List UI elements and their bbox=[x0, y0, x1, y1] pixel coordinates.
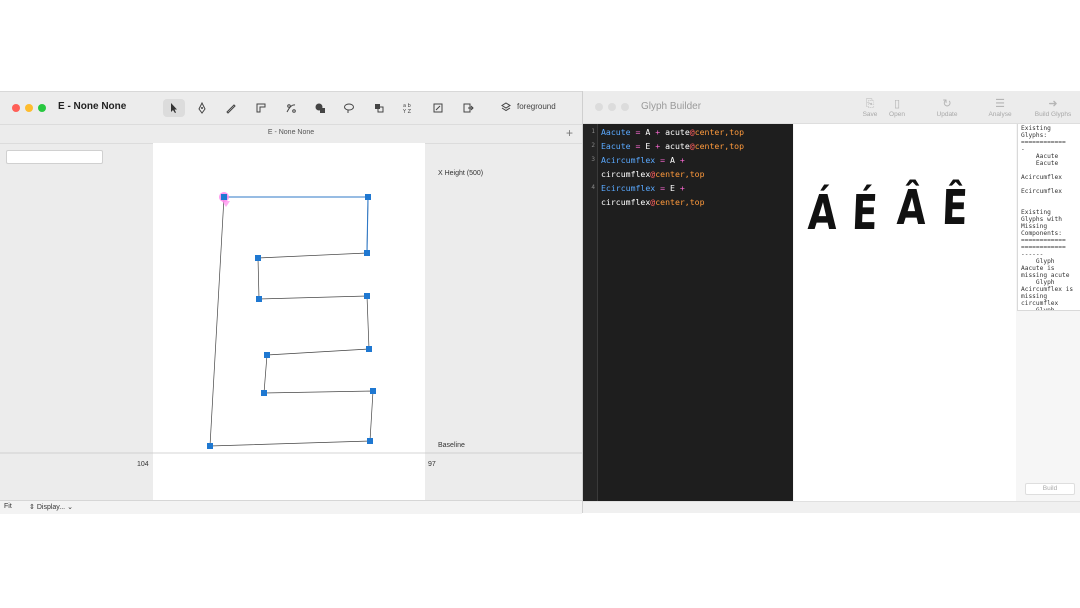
code-line-2: Eacute = E + acute@center,top bbox=[601, 141, 744, 151]
refresh-icon: ↻ bbox=[942, 98, 952, 110]
open-button[interactable]: ▯ Open bbox=[879, 97, 915, 118]
chevron-down-icon: ⌄ bbox=[67, 504, 73, 511]
node-point[interactable] bbox=[221, 194, 227, 200]
operator: = bbox=[630, 127, 646, 137]
preview-glyph-ecircumflex: Ê bbox=[940, 180, 969, 236]
anchor-name: center,top bbox=[655, 197, 705, 207]
anchor-name: center,top bbox=[655, 169, 705, 179]
glyph-name: Acircumflex bbox=[601, 155, 656, 165]
node-point[interactable] bbox=[364, 250, 370, 256]
line-number: 1 bbox=[591, 128, 595, 135]
builder-window-title: Glyph Builder bbox=[641, 101, 702, 112]
selected-segment[interactable] bbox=[224, 196, 369, 254]
builder-titlebar: Glyph Builder ⎘ Save ▯ Open ↻ Update ☰ A… bbox=[583, 91, 1080, 124]
node-point[interactable] bbox=[367, 438, 373, 444]
accent-glyph: circumflex bbox=[601, 197, 651, 207]
display-options-dropdown[interactable]: ⇕ Display... ⌄ bbox=[29, 503, 73, 511]
glyph-builder-window: Glyph Builder ⎘ Save ▯ Open ↻ Update ☰ A… bbox=[582, 91, 1080, 513]
code-line-3: Acircumflex = A + bbox=[601, 155, 685, 165]
preview-glyph-acircumflex: Â bbox=[895, 180, 928, 236]
node-point[interactable] bbox=[256, 296, 262, 302]
analysis-report-panel: Existing Glyphs: ============ - Aacute E… bbox=[1017, 124, 1080, 311]
operator: + bbox=[674, 155, 685, 165]
display-label: Display... bbox=[36, 504, 66, 511]
glyph-editor-window: E - None None a bY Z foreground E - None… bbox=[0, 91, 582, 514]
operator: + bbox=[650, 141, 666, 151]
node-point[interactable] bbox=[261, 390, 267, 396]
node-point[interactable] bbox=[366, 346, 372, 352]
minimize-window-button[interactable] bbox=[608, 103, 616, 111]
builder-bottom-bar bbox=[583, 501, 1080, 513]
code-line-3-wrap: circumflex@center,top bbox=[601, 169, 705, 179]
glyph-preview-panel: Á É Â Ê bbox=[794, 124, 1016, 501]
left-sidebearing-value[interactable]: 104 bbox=[137, 461, 149, 468]
line-number-gutter: 1 2 3 4 bbox=[583, 124, 598, 501]
glyph-e-contour[interactable] bbox=[209, 196, 374, 447]
node-point[interactable] bbox=[365, 194, 371, 200]
analyse-icon: ☰ bbox=[995, 98, 1005, 110]
updown-icon: ⇕ bbox=[29, 504, 35, 511]
accent-glyph: acute bbox=[665, 127, 690, 137]
arrow-right-icon: ➜ bbox=[1048, 98, 1058, 110]
glyph-outline-layer bbox=[0, 192, 582, 454]
glyph-recipe-editor[interactable]: 1 2 3 4 Aacute = A + acute@center,top Ea… bbox=[583, 124, 793, 501]
anchor-name: center,top bbox=[694, 141, 744, 151]
zoom-fit-button[interactable]: Fit bbox=[4, 503, 12, 510]
operator: = bbox=[630, 141, 646, 151]
anchor-name: center,top bbox=[694, 127, 744, 137]
preview-glyph-eacute: É bbox=[850, 185, 879, 241]
report-text: Existing Glyphs: ============ - Aacute E… bbox=[1021, 125, 1074, 311]
open-icon: ▯ bbox=[893, 98, 901, 110]
build-glyphs-label: Build Glyphs bbox=[1034, 111, 1072, 118]
node-point[interactable] bbox=[370, 388, 376, 394]
glyph-name: Ecircumflex bbox=[601, 183, 656, 193]
save-label: Save bbox=[862, 111, 878, 118]
accent-glyph: acute bbox=[665, 141, 690, 151]
right-sidebearing-value[interactable]: 97 bbox=[428, 461, 436, 468]
analyse-button[interactable]: ☰ Analyse bbox=[982, 97, 1018, 118]
glyph-name: Aacute bbox=[601, 127, 631, 137]
node-point[interactable] bbox=[255, 255, 261, 261]
accent-glyph: circumflex bbox=[601, 169, 651, 179]
on-curve-points bbox=[207, 194, 376, 449]
line-number: 4 bbox=[591, 184, 595, 191]
close-window-button[interactable] bbox=[595, 103, 603, 111]
node-point[interactable] bbox=[264, 352, 270, 358]
preview-glyph-aacute: Á bbox=[806, 185, 839, 241]
analyse-label: Analyse bbox=[988, 111, 1012, 118]
code-line-1: Aacute = A + acute@center,top bbox=[601, 127, 744, 137]
baseline-label: Baseline bbox=[438, 442, 465, 449]
open-label: Open bbox=[889, 111, 905, 118]
line-number: 2 bbox=[591, 142, 595, 149]
editor-status-bar: Fit ⇕ Display... ⌄ bbox=[0, 500, 582, 514]
operator: = bbox=[655, 183, 671, 193]
operator: + bbox=[650, 127, 666, 137]
operator: = bbox=[655, 155, 671, 165]
node-point[interactable] bbox=[207, 443, 213, 449]
update-button[interactable]: ↻ Update bbox=[929, 97, 965, 118]
code-line-4: Ecircumflex = E + bbox=[601, 183, 685, 193]
build-glyphs-button[interactable]: ➜ Build Glyphs bbox=[1031, 97, 1075, 118]
operator: + bbox=[674, 183, 685, 193]
glyph-name: Eacute bbox=[601, 141, 631, 151]
line-number: 3 bbox=[591, 156, 595, 163]
code-line-4-wrap: circumflex@center,top bbox=[601, 197, 705, 207]
x-height-label: X Height (500) bbox=[438, 170, 484, 177]
node-point[interactable] bbox=[364, 293, 370, 299]
build-button[interactable]: Build bbox=[1025, 483, 1075, 495]
zoom-window-button[interactable] bbox=[621, 103, 629, 111]
update-label: Update bbox=[936, 111, 958, 118]
